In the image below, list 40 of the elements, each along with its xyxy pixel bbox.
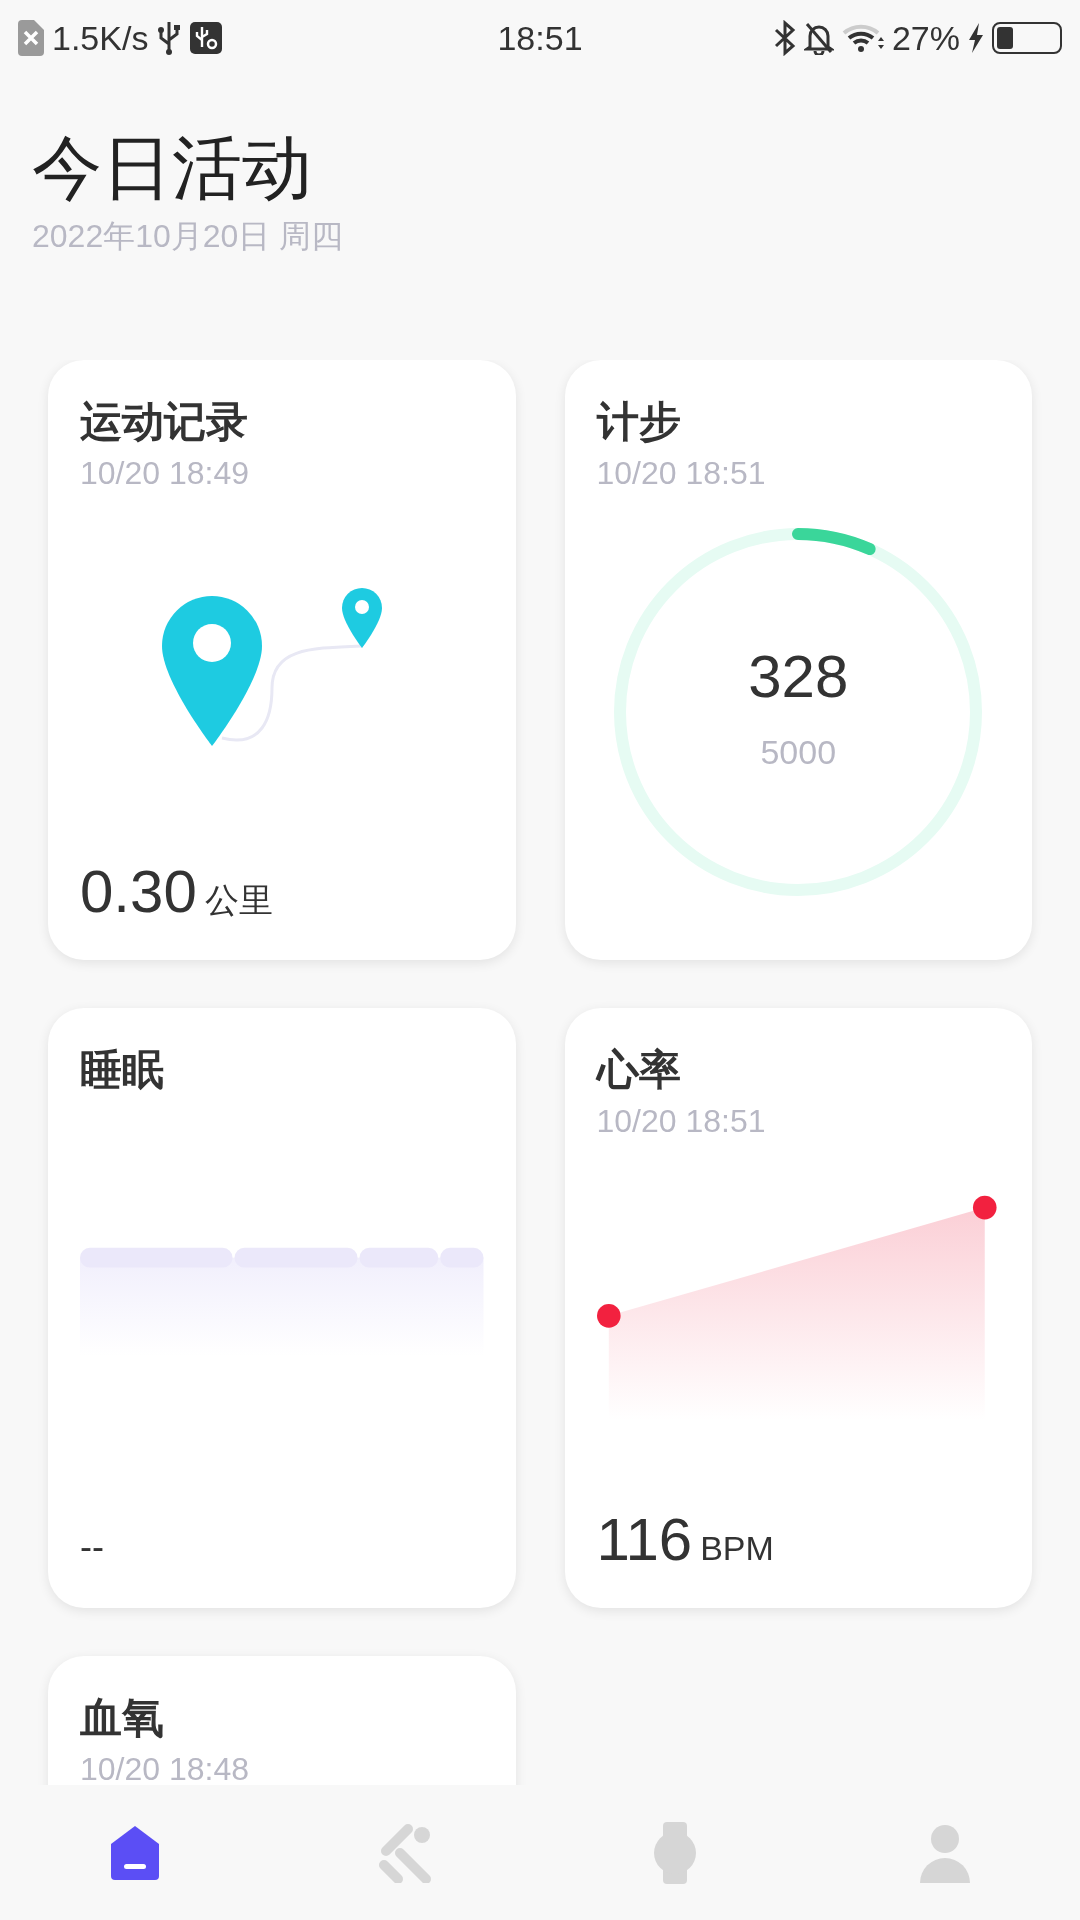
- card-title: 睡眠: [80, 1045, 165, 1095]
- sim-icon: [18, 20, 44, 56]
- profile-icon: [920, 1822, 970, 1883]
- page-title: 今日活动: [32, 128, 313, 209]
- metric-value: 0.30: [80, 862, 197, 922]
- activity-card[interactable]: 计步 10/20 18:51 328 5000: [564, 360, 1032, 960]
- card-title: 运动记录: [80, 397, 249, 447]
- card-title: 血氧: [80, 1693, 165, 1743]
- unit-label: 公里: [204, 880, 273, 921]
- activity-card[interactable]: 睡眠 --: [48, 1008, 516, 1608]
- running-icon: [378, 1822, 432, 1883]
- date-text: 2022年10月20日 周四: [32, 217, 345, 256]
- home-icon: [109, 1825, 161, 1880]
- unit-label: BPM: [700, 1528, 774, 1569]
- usb-settings-icon: [190, 22, 223, 54]
- charging-icon: [968, 23, 984, 53]
- activity-card[interactable]: 血氧 10/20 18:48: [48, 1656, 516, 1785]
- metric-value: --: [80, 1525, 104, 1569]
- step-count: 328: [748, 646, 849, 707]
- wifi-icon: [841, 23, 884, 53]
- step-goal: 5000: [760, 731, 837, 773]
- data-point: [972, 1195, 997, 1220]
- time-text: 10/20 18:51: [596, 1101, 767, 1141]
- usb-icon: [156, 20, 183, 56]
- time-text: 10/20 18:51: [596, 453, 767, 493]
- card-title: 计步: [596, 397, 682, 447]
- bluetooth-icon: [773, 20, 796, 56]
- clock: 18:51: [497, 17, 583, 59]
- battery-percent: 27%: [891, 17, 960, 59]
- metric-value: 116: [596, 1510, 693, 1570]
- time-text: 10/20 18:49: [80, 453, 251, 493]
- activity-card[interactable]: 心率 10/20 18:51 116 BPM: [564, 1008, 1032, 1608]
- data-point: [596, 1304, 621, 1328]
- bell-off-icon: [803, 21, 834, 55]
- activity-card[interactable]: 运动记录 10/20 18:49 0.30 公里: [48, 360, 516, 960]
- battery-icon: [992, 22, 1062, 54]
- card-title: 心率: [596, 1045, 682, 1095]
- watch-icon: [653, 1821, 697, 1884]
- network-speed: 1.5K/s: [52, 17, 149, 59]
- time-text: 10/20 18:48: [80, 1749, 251, 1785]
